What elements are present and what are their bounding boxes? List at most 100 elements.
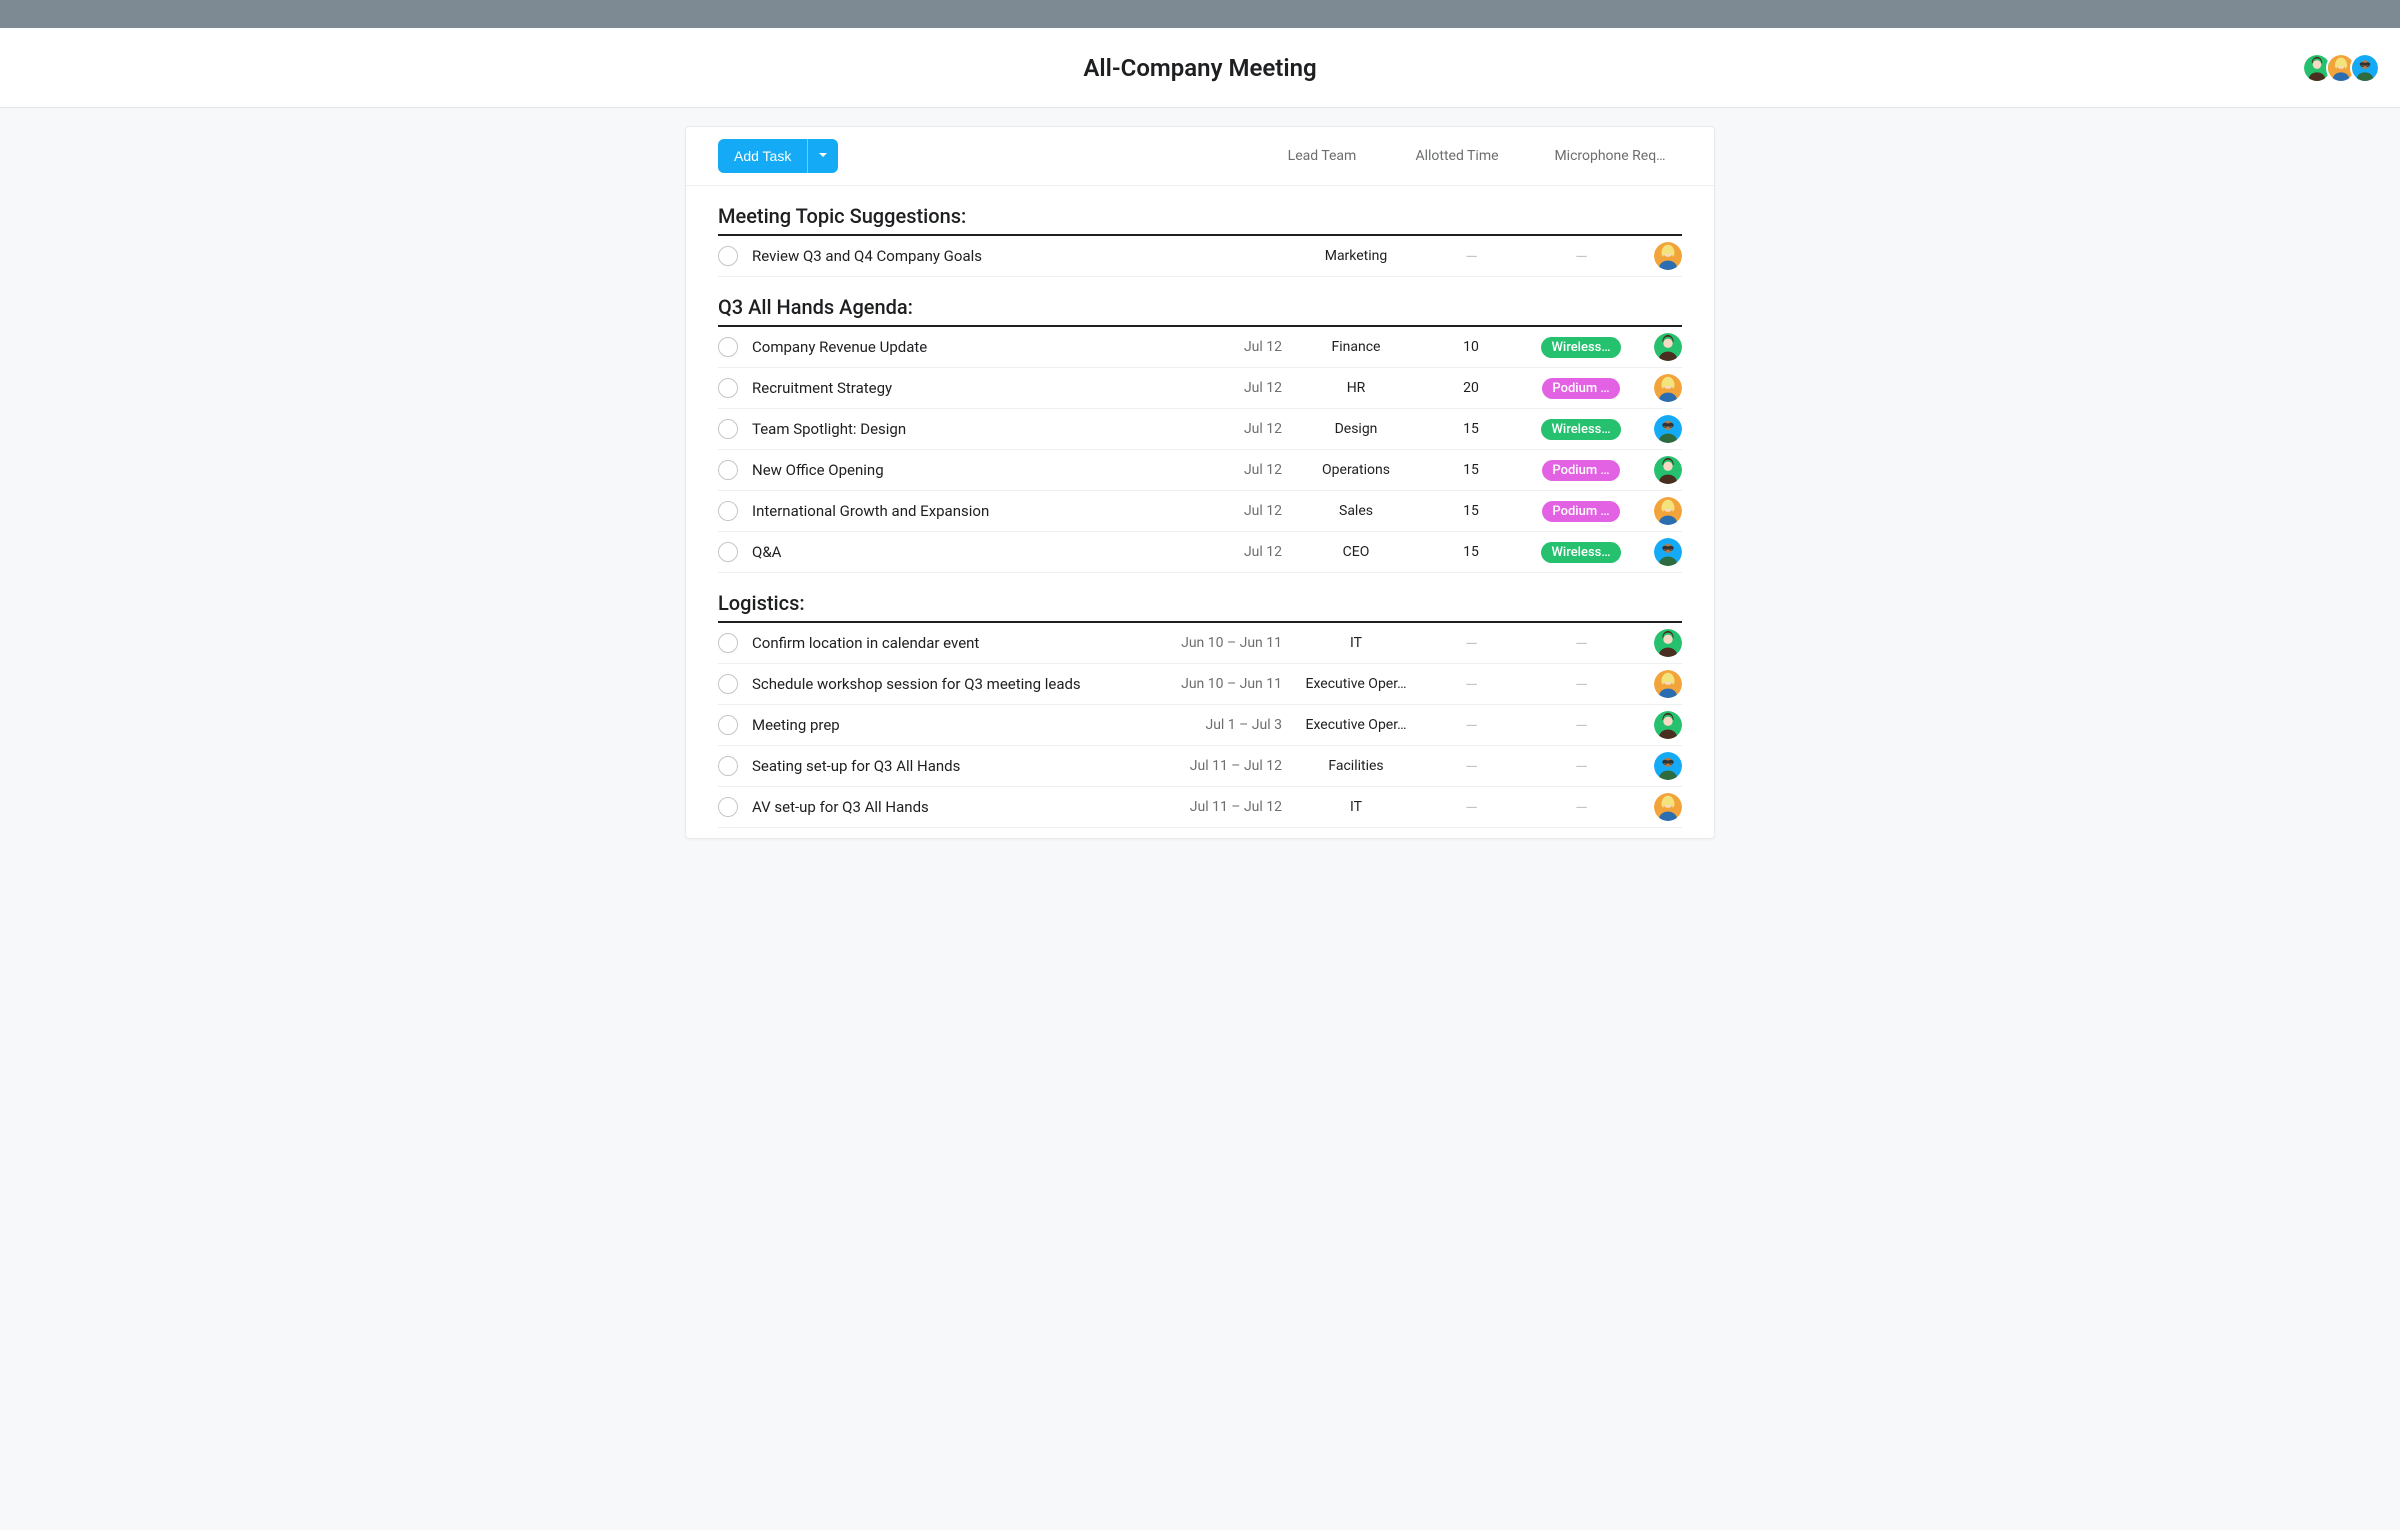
column-header-allotted-time[interactable]: Allotted Time [1382, 148, 1532, 164]
task-microphone[interactable]: — [1526, 716, 1636, 735]
avatar[interactable] [1654, 497, 1682, 525]
task-allotted-time[interactable]: — [1416, 675, 1526, 694]
task-name[interactable]: AV set-up for Q3 All Hands [752, 798, 1176, 816]
task-allotted-time[interactable]: 15 [1416, 462, 1526, 478]
avatar[interactable] [1654, 538, 1682, 566]
complete-checkbox[interactable] [718, 337, 738, 357]
task-row[interactable]: Seating set-up for Q3 All HandsJul 11 – … [718, 746, 1682, 787]
task-date[interactable]: Jun 10 – Jun 11 [1176, 635, 1296, 651]
task-assignee[interactable] [1636, 415, 1682, 443]
task-name[interactable]: Schedule workshop session for Q3 meeting… [752, 675, 1176, 693]
task-lead-team[interactable]: IT [1296, 799, 1416, 815]
task-row[interactable]: International Growth and ExpansionJul 12… [718, 491, 1682, 532]
task-allotted-time[interactable]: — [1416, 757, 1526, 776]
task-assignee[interactable] [1636, 456, 1682, 484]
complete-checkbox[interactable] [718, 715, 738, 735]
avatar[interactable] [1654, 793, 1682, 821]
task-microphone[interactable]: Wireless… [1526, 337, 1636, 358]
task-name[interactable]: Team Spotlight: Design [752, 420, 1176, 438]
task-microphone[interactable]: — [1526, 634, 1636, 653]
task-date[interactable]: Jul 12 [1176, 462, 1296, 478]
task-microphone[interactable]: Wireless… [1526, 542, 1636, 563]
task-allotted-time[interactable]: 15 [1416, 421, 1526, 437]
avatar[interactable] [1654, 333, 1682, 361]
avatar[interactable] [1654, 629, 1682, 657]
complete-checkbox[interactable] [718, 246, 738, 266]
task-row[interactable]: Schedule workshop session for Q3 meeting… [718, 664, 1682, 705]
microphone-pill[interactable]: Wireless… [1541, 337, 1620, 358]
task-allotted-time[interactable]: 15 [1416, 544, 1526, 560]
task-microphone[interactable]: — [1526, 798, 1636, 817]
column-header-lead-team[interactable]: Lead Team [1262, 148, 1382, 164]
task-microphone[interactable]: — [1526, 247, 1636, 266]
microphone-pill[interactable]: Podium … [1542, 378, 1619, 399]
avatar[interactable] [1654, 670, 1682, 698]
task-assignee[interactable] [1636, 711, 1682, 739]
task-date[interactable]: Jul 12 [1176, 339, 1296, 355]
microphone-pill[interactable]: Podium … [1542, 501, 1619, 522]
task-lead-team[interactable]: Design [1296, 421, 1416, 437]
task-lead-team[interactable]: Facilities [1296, 758, 1416, 774]
task-row[interactable]: Q&AJul 12CEO15 Wireless… [718, 532, 1682, 573]
task-name[interactable]: Meeting prep [752, 716, 1176, 734]
task-name[interactable]: Recruitment Strategy [752, 379, 1176, 397]
task-row[interactable]: Company Revenue UpdateJul 12Finance10Wir… [718, 327, 1682, 368]
task-assignee[interactable] [1636, 374, 1682, 402]
task-name[interactable]: International Growth and Expansion [752, 502, 1176, 520]
task-date[interactable]: Jul 1 – Jul 3 [1176, 717, 1296, 733]
task-assignee[interactable] [1636, 333, 1682, 361]
task-assignee[interactable] [1636, 752, 1682, 780]
task-name[interactable]: Q&A [752, 543, 1176, 561]
complete-checkbox[interactable] [718, 501, 738, 521]
task-date[interactable]: Jul 11 – Jul 12 [1176, 799, 1296, 815]
task-name[interactable]: Seating set-up for Q3 All Hands [752, 757, 1176, 775]
complete-checkbox[interactable] [718, 460, 738, 480]
task-row[interactable]: Recruitment StrategyJul 12HR20 Podium … [718, 368, 1682, 409]
task-allotted-time[interactable]: 10 [1416, 339, 1526, 355]
avatar[interactable] [1654, 415, 1682, 443]
task-assignee[interactable] [1636, 538, 1682, 566]
task-allotted-time[interactable]: — [1416, 716, 1526, 735]
task-name[interactable]: New Office Opening [752, 461, 1176, 479]
complete-checkbox[interactable] [718, 674, 738, 694]
task-allotted-time[interactable]: — [1416, 247, 1526, 266]
task-microphone[interactable]: Podium … [1526, 460, 1636, 481]
task-lead-team[interactable]: Executive Oper… [1296, 717, 1416, 733]
task-date[interactable]: Jul 12 [1176, 503, 1296, 519]
task-lead-team[interactable]: HR [1296, 380, 1416, 396]
task-lead-team[interactable]: IT [1296, 635, 1416, 651]
section-title[interactable]: Logistics: [718, 573, 1682, 623]
add-task-button[interactable]: Add Task [718, 139, 807, 173]
task-row[interactable]: Review Q3 and Q4 Company GoalsMarketing—… [718, 236, 1682, 277]
task-allotted-time[interactable]: 15 [1416, 503, 1526, 519]
task-assignee[interactable] [1636, 793, 1682, 821]
task-name[interactable]: Company Revenue Update [752, 338, 1176, 356]
microphone-pill[interactable]: Wireless… [1541, 419, 1620, 440]
avatar[interactable] [1654, 752, 1682, 780]
complete-checkbox[interactable] [718, 378, 738, 398]
task-assignee[interactable] [1636, 629, 1682, 657]
avatar[interactable] [1654, 456, 1682, 484]
task-date[interactable]: Jul 12 [1176, 421, 1296, 437]
task-allotted-time[interactable]: — [1416, 634, 1526, 653]
task-allotted-time[interactable]: 20 [1416, 380, 1526, 396]
task-lead-team[interactable]: Marketing [1296, 248, 1416, 264]
task-lead-team[interactable]: Operations [1296, 462, 1416, 478]
task-row[interactable]: Confirm location in calendar eventJun 10… [718, 623, 1682, 664]
task-microphone[interactable]: — [1526, 757, 1636, 776]
complete-checkbox[interactable] [718, 756, 738, 776]
task-lead-team[interactable]: CEO [1296, 544, 1416, 560]
add-task-dropdown-button[interactable] [807, 139, 838, 173]
task-date[interactable]: Jul 12 [1176, 380, 1296, 396]
task-date[interactable]: Jul 11 – Jul 12 [1176, 758, 1296, 774]
complete-checkbox[interactable] [718, 419, 738, 439]
task-microphone[interactable]: Wireless… [1526, 419, 1636, 440]
task-allotted-time[interactable]: — [1416, 798, 1526, 817]
task-lead-team[interactable]: Sales [1296, 503, 1416, 519]
microphone-pill[interactable]: Wireless… [1541, 542, 1620, 563]
section-title[interactable]: Q3 All Hands Agenda: [718, 277, 1682, 327]
task-name[interactable]: Review Q3 and Q4 Company Goals [752, 247, 1176, 265]
task-date[interactable]: Jul 12 [1176, 544, 1296, 560]
task-microphone[interactable]: — [1526, 675, 1636, 694]
task-row[interactable]: New Office OpeningJul 12Operations15Podi… [718, 450, 1682, 491]
